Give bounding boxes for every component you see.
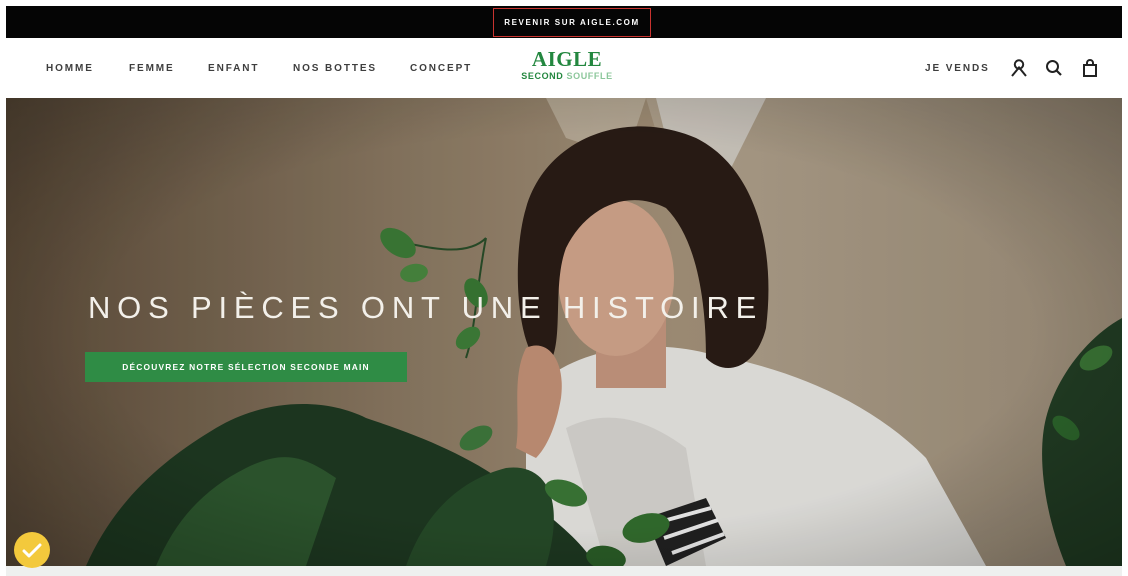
nav-item-homme[interactable]: HOMME bbox=[46, 63, 94, 74]
bottom-strip bbox=[6, 566, 1122, 576]
account-icon[interactable] bbox=[1009, 58, 1029, 78]
logo-wordmark: AIGLE bbox=[531, 47, 603, 71]
search-icon[interactable] bbox=[1044, 58, 1064, 78]
nav-item-femme[interactable]: FEMME bbox=[129, 63, 175, 74]
announcement-bar: REVENIR SUR AIGLE.COM bbox=[6, 6, 1122, 38]
shopping-bag-icon[interactable] bbox=[1080, 58, 1100, 78]
logo-tagline-souffle: SOUFFLE bbox=[566, 71, 613, 81]
nav-item-nos-bottes[interactable]: NOS BOTTES bbox=[293, 63, 377, 74]
logo-tagline: SECOND SOUFFLE bbox=[512, 70, 622, 82]
hero-photo bbox=[6, 98, 1122, 566]
site-logo[interactable]: AIGLE SECOND SOUFFLE bbox=[512, 48, 622, 90]
hero-banner: NOS PIÈCES ONT UNE HISTOIRE DÉCOUVREZ NO… bbox=[6, 98, 1122, 566]
nav-item-enfant[interactable]: ENFANT bbox=[208, 63, 259, 74]
sell-link[interactable]: JE VENDS bbox=[925, 63, 990, 74]
nav-item-concept[interactable]: CONCEPT bbox=[410, 63, 472, 74]
site-header: HOMME FEMME ENFANT NOS BOTTES CONCEPT AI… bbox=[6, 38, 1122, 98]
hero-title: NOS PIÈCES ONT UNE HISTOIRE bbox=[88, 290, 764, 325]
back-to-aigle-link[interactable]: REVENIR SUR AIGLE.COM bbox=[493, 8, 651, 37]
logo-tagline-second: SECOND bbox=[521, 71, 564, 81]
chat-widget-icon[interactable] bbox=[14, 532, 50, 568]
discover-selection-button[interactable]: DÉCOUVREZ NOTRE SÉLECTION SECONDE MAIN bbox=[85, 352, 407, 382]
page: REVENIR SUR AIGLE.COM HOMME FEMME ENFANT… bbox=[6, 6, 1122, 576]
